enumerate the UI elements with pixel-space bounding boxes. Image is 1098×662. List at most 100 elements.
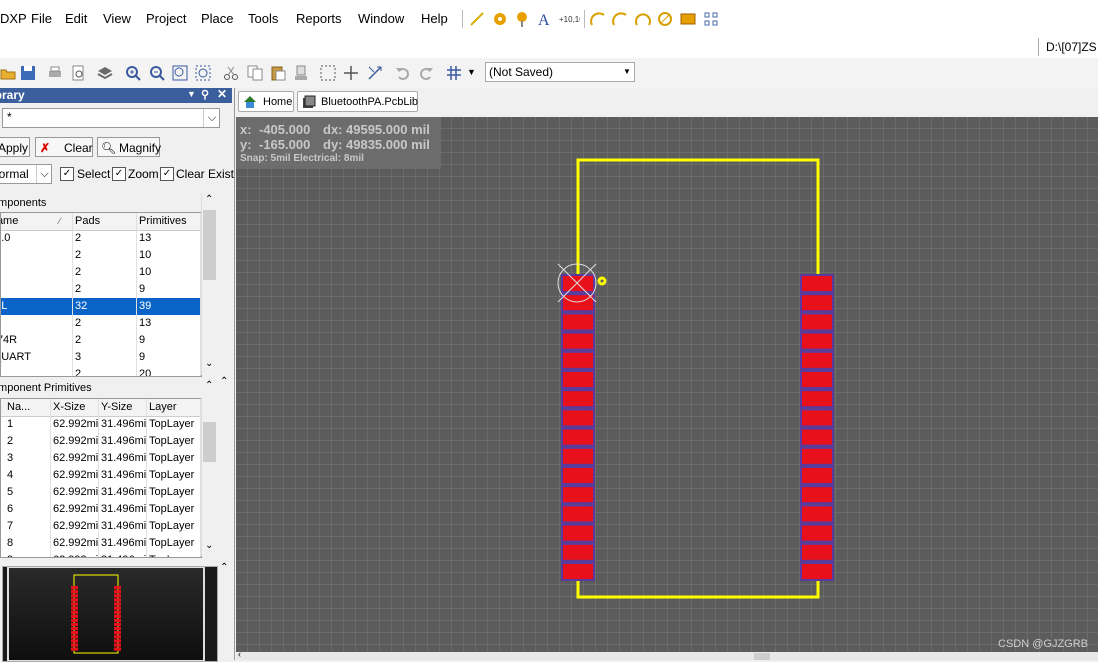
string-tool-icon[interactable]: A: [537, 11, 553, 27]
pad[interactable]: [800, 523, 834, 543]
pad[interactable]: [800, 293, 834, 313]
pad[interactable]: [561, 504, 595, 524]
apply-button[interactable]: Apply: [0, 137, 30, 157]
table-row[interactable]: 3_UART39: [1, 349, 201, 366]
table-row[interactable]: 4 62.992mi 31.496mi TopLayer: [1, 467, 201, 484]
menu-project[interactable]: Project: [146, 11, 186, 26]
zoom-area-icon[interactable]: [195, 65, 211, 81]
pad[interactable]: [561, 466, 595, 485]
clear-button[interactable]: ✗ Clear: [35, 137, 93, 157]
grid-icon[interactable]: [446, 65, 462, 81]
table-row[interactable]: _5.0213: [1, 230, 201, 247]
pad[interactable]: [561, 293, 595, 313]
undo-icon[interactable]: [395, 65, 411, 81]
pad[interactable]: [561, 370, 595, 389]
fill-icon[interactable]: [680, 11, 696, 27]
select-checkbox[interactable]: ✓: [60, 167, 74, 181]
table-row[interactable]: H74R29: [1, 332, 201, 349]
menu-tools[interactable]: Tools: [248, 11, 278, 26]
zoom-checkbox[interactable]: ✓: [112, 167, 126, 181]
table-row[interactable]: 3 62.992mi 31.496mi TopLayer: [1, 450, 201, 467]
pad-tool-icon[interactable]: [492, 11, 508, 27]
tab-home[interactable]: Home: [238, 91, 294, 112]
via-tool-icon[interactable]: [514, 11, 530, 27]
menu-dxp[interactable]: DXP: [0, 11, 27, 26]
grid-dropdown-icon[interactable]: ▼: [467, 67, 476, 77]
table-row[interactable]: R210: [1, 264, 201, 281]
table-row[interactable]: 2 13: [1, 315, 201, 332]
pad[interactable]: [800, 350, 834, 370]
print-preview-icon[interactable]: [70, 65, 86, 81]
select-area-icon[interactable]: [320, 65, 336, 81]
zoom-out-icon[interactable]: [149, 65, 165, 81]
col-header-primitives[interactable]: Primitives: [137, 213, 201, 230]
mask-combobox[interactable]: * ⌵: [2, 108, 220, 128]
panel-menu-icon[interactable]: ▼: [187, 89, 196, 99]
scroll-left-icon[interactable]: ‹: [238, 649, 241, 659]
pad[interactable]: [561, 562, 595, 581]
pcb-editor-canvas[interactable]: x: -405.000 dx: 49595.000 mil y: -165.00…: [236, 117, 1098, 652]
scroll-thumb[interactable]: [203, 210, 216, 280]
pad[interactable]: [800, 466, 834, 485]
save-icon[interactable]: [20, 65, 36, 81]
paste-icon[interactable]: [270, 65, 286, 81]
pad[interactable]: [561, 350, 595, 370]
scroll-thumb[interactable]: [203, 422, 216, 462]
layers-icon[interactable]: [97, 65, 113, 81]
arc-edge-icon[interactable]: [612, 11, 628, 27]
pad[interactable]: [800, 389, 834, 409]
pad[interactable]: [561, 523, 595, 543]
menu-edit[interactable]: Edit: [65, 11, 87, 26]
pad[interactable]: [561, 389, 595, 409]
pad[interactable]: [800, 331, 834, 351]
col-header-name[interactable]: Name: [1, 213, 73, 230]
table-row[interactable]: 00L3239: [1, 298, 201, 315]
menu-reports[interactable]: Reports: [296, 11, 342, 26]
copy-icon[interactable]: [247, 65, 263, 81]
pad[interactable]: [800, 485, 834, 505]
pad[interactable]: [561, 312, 595, 332]
scroll-down-icon[interactable]: ⌄: [205, 358, 213, 369]
clear-existing-checkbox[interactable]: ✓: [160, 167, 174, 181]
line-tool-icon[interactable]: [469, 11, 485, 27]
table-row[interactable]: 2 62.992mi 31.496mi TopLayer: [1, 433, 201, 450]
canvas-horizontal-scrollbar[interactable]: ‹: [236, 649, 1098, 660]
coordinate-tool-icon[interactable]: +10,10: [558, 11, 580, 27]
table-row[interactable]: 7 62.992mi 31.496mi TopLayer: [1, 518, 201, 535]
menu-view[interactable]: View: [103, 11, 131, 26]
pad[interactable]: [800, 274, 834, 293]
col-header-x-size[interactable]: X-Size: [51, 399, 99, 416]
table-row[interactable]: 962.992mi31.496miTopLayer: [1, 552, 201, 557]
move-icon[interactable]: [343, 65, 359, 81]
table-row[interactable]: 6 62.992mi 31.496mi TopLayer: [1, 501, 201, 518]
rubber-stamp-icon[interactable]: [293, 65, 309, 81]
pad[interactable]: [800, 408, 834, 428]
pad[interactable]: [561, 408, 595, 428]
components-scrollbar[interactable]: ⌃ ⌄: [201, 194, 218, 375]
menu-place[interactable]: Place: [201, 11, 234, 26]
mask-mode-select[interactable]: Normal ⌵: [0, 164, 52, 184]
pin-icon[interactable]: ⚲: [201, 88, 209, 101]
pad[interactable]: [561, 446, 595, 466]
tab-bluetoothpa-pcblib[interactable]: BluetoothPA.PcbLib: [297, 91, 418, 112]
table-row[interactable]: C29: [1, 281, 201, 298]
table-row[interactable]: 05220: [1, 366, 201, 376]
arc-center-icon[interactable]: [590, 11, 606, 27]
pad[interactable]: [800, 427, 834, 447]
menu-help[interactable]: Help: [421, 11, 448, 26]
menu-window[interactable]: Window: [358, 11, 404, 26]
col-header-name[interactable]: Na...: [5, 399, 51, 416]
zoom-fit-icon[interactable]: [172, 65, 188, 81]
zoom-in-icon[interactable]: [125, 65, 141, 81]
pad[interactable]: [800, 446, 834, 466]
print-icon[interactable]: [47, 65, 63, 81]
pad[interactable]: [800, 312, 834, 332]
table-row[interactable]: 8 62.992mi 31.496mi TopLayer: [1, 535, 201, 552]
collapse-icon[interactable]: ⌃: [205, 380, 213, 391]
table-row[interactable]: C210: [1, 247, 201, 264]
scroll-up-icon[interactable]: ⌃: [205, 194, 213, 205]
pad[interactable]: [800, 562, 834, 581]
primitives-scrollbar[interactable]: ⌄: [201, 398, 218, 556]
redo-icon[interactable]: [418, 65, 434, 81]
arc-any-angle-icon[interactable]: [635, 11, 651, 27]
